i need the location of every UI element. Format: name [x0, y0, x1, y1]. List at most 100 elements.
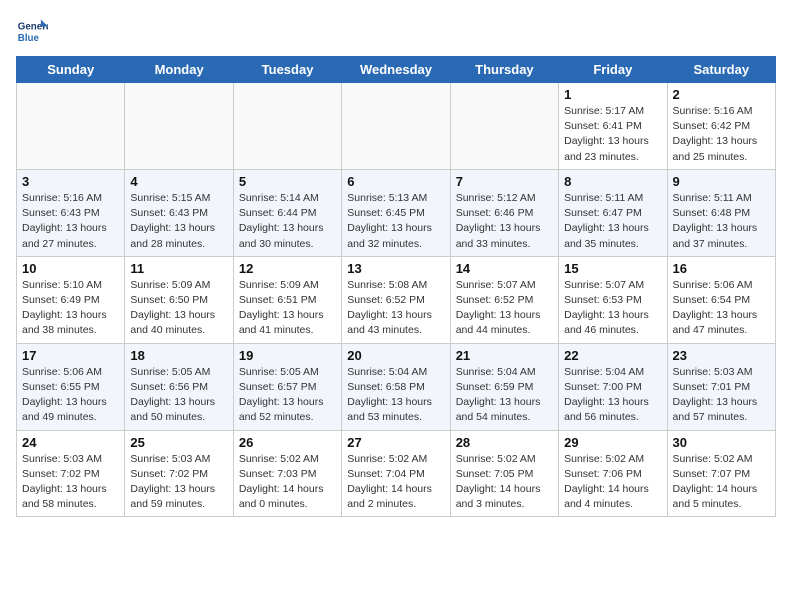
calendar-cell: 7Sunrise: 5:12 AM Sunset: 6:46 PM Daylig… — [450, 169, 558, 256]
svg-text:Blue: Blue — [18, 33, 40, 44]
day-number: 28 — [456, 435, 553, 450]
calendar-cell: 12 Sunrise: 5:09 AM Sunset: 6:51 PM Dayli… — [233, 256, 341, 343]
calendar-cell: 5 Sunrise: 5:14 AM Sunset: 6:44 PM Daylig… — [233, 169, 341, 256]
day-info: Sunrise: 5:11 AM Sunset: 6:47 PM Dayligh… — [564, 191, 661, 252]
calendar-cell: 15 Sunrise: 5:07 AM Sunset: 6:53 PM Dayli… — [559, 256, 667, 343]
day-header-wednesday: Wednesday — [342, 57, 450, 83]
calendar-cell: 25 Sunrise: 5:03 AM Sunset: 7:02 PM Dayli… — [125, 430, 233, 517]
day-info: Sunrise: 5:02 AM Sunset: 7:03 PM Dayligh… — [239, 452, 336, 513]
calendar-cell: 3 Sunrise: 5:16 AM Sunset: 6:43 PM Daylig… — [17, 169, 125, 256]
calendar-cell: 9Sunrise: 5:11 AM Sunset: 6:48 PM Daylig… — [667, 169, 775, 256]
day-info: Sunrise: 5:07 AM Sunset: 6:52 PM Dayligh… — [456, 278, 553, 339]
day-number: 19 — [239, 348, 336, 363]
calendar-cell: 28Sunrise: 5:02 AM Sunset: 7:05 PM Dayli… — [450, 430, 558, 517]
day-info: Sunrise: 5:10 AM Sunset: 6:49 PM Dayligh… — [22, 278, 119, 339]
day-header-tuesday: Tuesday — [233, 57, 341, 83]
calendar-cell: 8 Sunrise: 5:11 AM Sunset: 6:47 PM Daylig… — [559, 169, 667, 256]
calendar-cell: 30 Sunrise: 5:02 AM Sunset: 7:07 PM Dayli… — [667, 430, 775, 517]
day-number: 29 — [564, 435, 661, 450]
day-info: Sunrise: 5:02 AM Sunset: 7:06 PM Dayligh… — [564, 452, 661, 513]
day-number: 8 — [564, 174, 661, 189]
week-row-1: 1 Sunrise: 5:17 AM Sunset: 6:41 PM Daylig… — [17, 83, 776, 170]
logo-icon: General Blue — [16, 16, 48, 48]
day-header-monday: Monday — [125, 57, 233, 83]
day-info: Sunrise: 5:04 AM Sunset: 6:59 PM Dayligh… — [456, 365, 553, 426]
day-info: Sunrise: 5:08 AM Sunset: 6:52 PM Dayligh… — [347, 278, 444, 339]
day-number: 30 — [673, 435, 770, 450]
day-number: 25 — [130, 435, 227, 450]
day-info: Sunrise: 5:05 AM Sunset: 6:57 PM Dayligh… — [239, 365, 336, 426]
day-number: 18 — [130, 348, 227, 363]
calendar-cell — [125, 83, 233, 170]
calendar-cell — [233, 83, 341, 170]
calendar-cell: 6 Sunrise: 5:13 AM Sunset: 6:45 PM Daylig… — [342, 169, 450, 256]
day-number: 4 — [130, 174, 227, 189]
day-number: 27 — [347, 435, 444, 450]
day-info: Sunrise: 5:06 AM Sunset: 6:54 PM Dayligh… — [673, 278, 770, 339]
week-row-2: 3 Sunrise: 5:16 AM Sunset: 6:43 PM Daylig… — [17, 169, 776, 256]
day-info: Sunrise: 5:09 AM Sunset: 6:50 PM Dayligh… — [130, 278, 227, 339]
day-number: 22 — [564, 348, 661, 363]
calendar-cell — [342, 83, 450, 170]
day-number: 26 — [239, 435, 336, 450]
calendar-cell: 20Sunrise: 5:04 AM Sunset: 6:58 PM Dayli… — [342, 343, 450, 430]
day-number: 16 — [673, 261, 770, 276]
day-number: 6 — [347, 174, 444, 189]
day-info: Sunrise: 5:04 AM Sunset: 6:58 PM Dayligh… — [347, 365, 444, 426]
day-info: Sunrise: 5:02 AM Sunset: 7:04 PM Dayligh… — [347, 452, 444, 513]
week-row-4: 17 Sunrise: 5:06 AM Sunset: 6:55 PM Dayli… — [17, 343, 776, 430]
day-number: 15 — [564, 261, 661, 276]
day-number: 3 — [22, 174, 119, 189]
day-number: 17 — [22, 348, 119, 363]
day-number: 7 — [456, 174, 553, 189]
calendar-cell: 10 Sunrise: 5:10 AM Sunset: 6:49 PM Dayli… — [17, 256, 125, 343]
calendar-cell: 17 Sunrise: 5:06 AM Sunset: 6:55 PM Dayli… — [17, 343, 125, 430]
day-header-thursday: Thursday — [450, 57, 558, 83]
calendar-cell: 21 Sunrise: 5:04 AM Sunset: 6:59 PM Dayli… — [450, 343, 558, 430]
day-info: Sunrise: 5:03 AM Sunset: 7:01 PM Dayligh… — [673, 365, 770, 426]
day-info: Sunrise: 5:14 AM Sunset: 6:44 PM Dayligh… — [239, 191, 336, 252]
day-info: Sunrise: 5:16 AM Sunset: 6:42 PM Dayligh… — [673, 104, 770, 165]
calendar-table: SundayMondayTuesdayWednesdayThursdayFrid… — [16, 56, 776, 517]
day-number: 2 — [673, 87, 770, 102]
day-info: Sunrise: 5:02 AM Sunset: 7:07 PM Dayligh… — [673, 452, 770, 513]
calendar-cell: 24Sunrise: 5:03 AM Sunset: 7:02 PM Dayli… — [17, 430, 125, 517]
calendar-cell: 23 Sunrise: 5:03 AM Sunset: 7:01 PM Dayli… — [667, 343, 775, 430]
day-info: Sunrise: 5:11 AM Sunset: 6:48 PM Dayligh… — [673, 191, 770, 252]
logo: General Blue — [16, 16, 52, 48]
day-number: 21 — [456, 348, 553, 363]
day-info: Sunrise: 5:16 AM Sunset: 6:43 PM Dayligh… — [22, 191, 119, 252]
calendar-cell: 2 Sunrise: 5:16 AM Sunset: 6:42 PM Daylig… — [667, 83, 775, 170]
day-info: Sunrise: 5:03 AM Sunset: 7:02 PM Dayligh… — [130, 452, 227, 513]
calendar-cell — [450, 83, 558, 170]
day-number: 14 — [456, 261, 553, 276]
day-header-sunday: Sunday — [17, 57, 125, 83]
calendar-cell: 14 Sunrise: 5:07 AM Sunset: 6:52 PM Dayli… — [450, 256, 558, 343]
header-row: SundayMondayTuesdayWednesdayThursdayFrid… — [17, 57, 776, 83]
calendar-cell: 11 Sunrise: 5:09 AM Sunset: 6:50 PM Dayli… — [125, 256, 233, 343]
calendar-cell: 1 Sunrise: 5:17 AM Sunset: 6:41 PM Daylig… — [559, 83, 667, 170]
day-info: Sunrise: 5:07 AM Sunset: 6:53 PM Dayligh… — [564, 278, 661, 339]
day-number: 10 — [22, 261, 119, 276]
calendar-cell: 27 Sunrise: 5:02 AM Sunset: 7:04 PM Dayli… — [342, 430, 450, 517]
day-info: Sunrise: 5:06 AM Sunset: 6:55 PM Dayligh… — [22, 365, 119, 426]
week-row-3: 10 Sunrise: 5:10 AM Sunset: 6:49 PM Dayli… — [17, 256, 776, 343]
week-row-5: 24 Sunrise: 5:03 AM Sunset: 7:02 PM Dayli… — [17, 430, 776, 517]
day-number: 13 — [347, 261, 444, 276]
day-header-friday: Friday — [559, 57, 667, 83]
day-number: 1 — [564, 87, 661, 102]
day-number: 11 — [130, 261, 227, 276]
calendar-cell: 22 Sunrise: 5:04 AM Sunset: 7:00 PM Dayli… — [559, 343, 667, 430]
day-number: 24 — [22, 435, 119, 450]
day-number: 12 — [239, 261, 336, 276]
calendar-cell: 29 Sunrise: 5:02 AM Sunset: 7:06 PM Dayli… — [559, 430, 667, 517]
day-info: Sunrise: 5:05 AM Sunset: 6:56 PM Dayligh… — [130, 365, 227, 426]
calendar-cell: 16 Sunrise: 5:06 AM Sunset: 6:54 PM Dayli… — [667, 256, 775, 343]
day-info: Sunrise: 5:04 AM Sunset: 7:00 PM Dayligh… — [564, 365, 661, 426]
day-number: 23 — [673, 348, 770, 363]
day-info: Sunrise: 5:17 AM Sunset: 6:41 PM Dayligh… — [564, 104, 661, 165]
day-info: Sunrise: 5:09 AM Sunset: 6:51 PM Dayligh… — [239, 278, 336, 339]
day-number: 5 — [239, 174, 336, 189]
calendar-cell: 26 Sunrise: 5:02 AM Sunset: 7:03 PM Dayli… — [233, 430, 341, 517]
day-info: Sunrise: 5:13 AM Sunset: 6:45 PM Dayligh… — [347, 191, 444, 252]
